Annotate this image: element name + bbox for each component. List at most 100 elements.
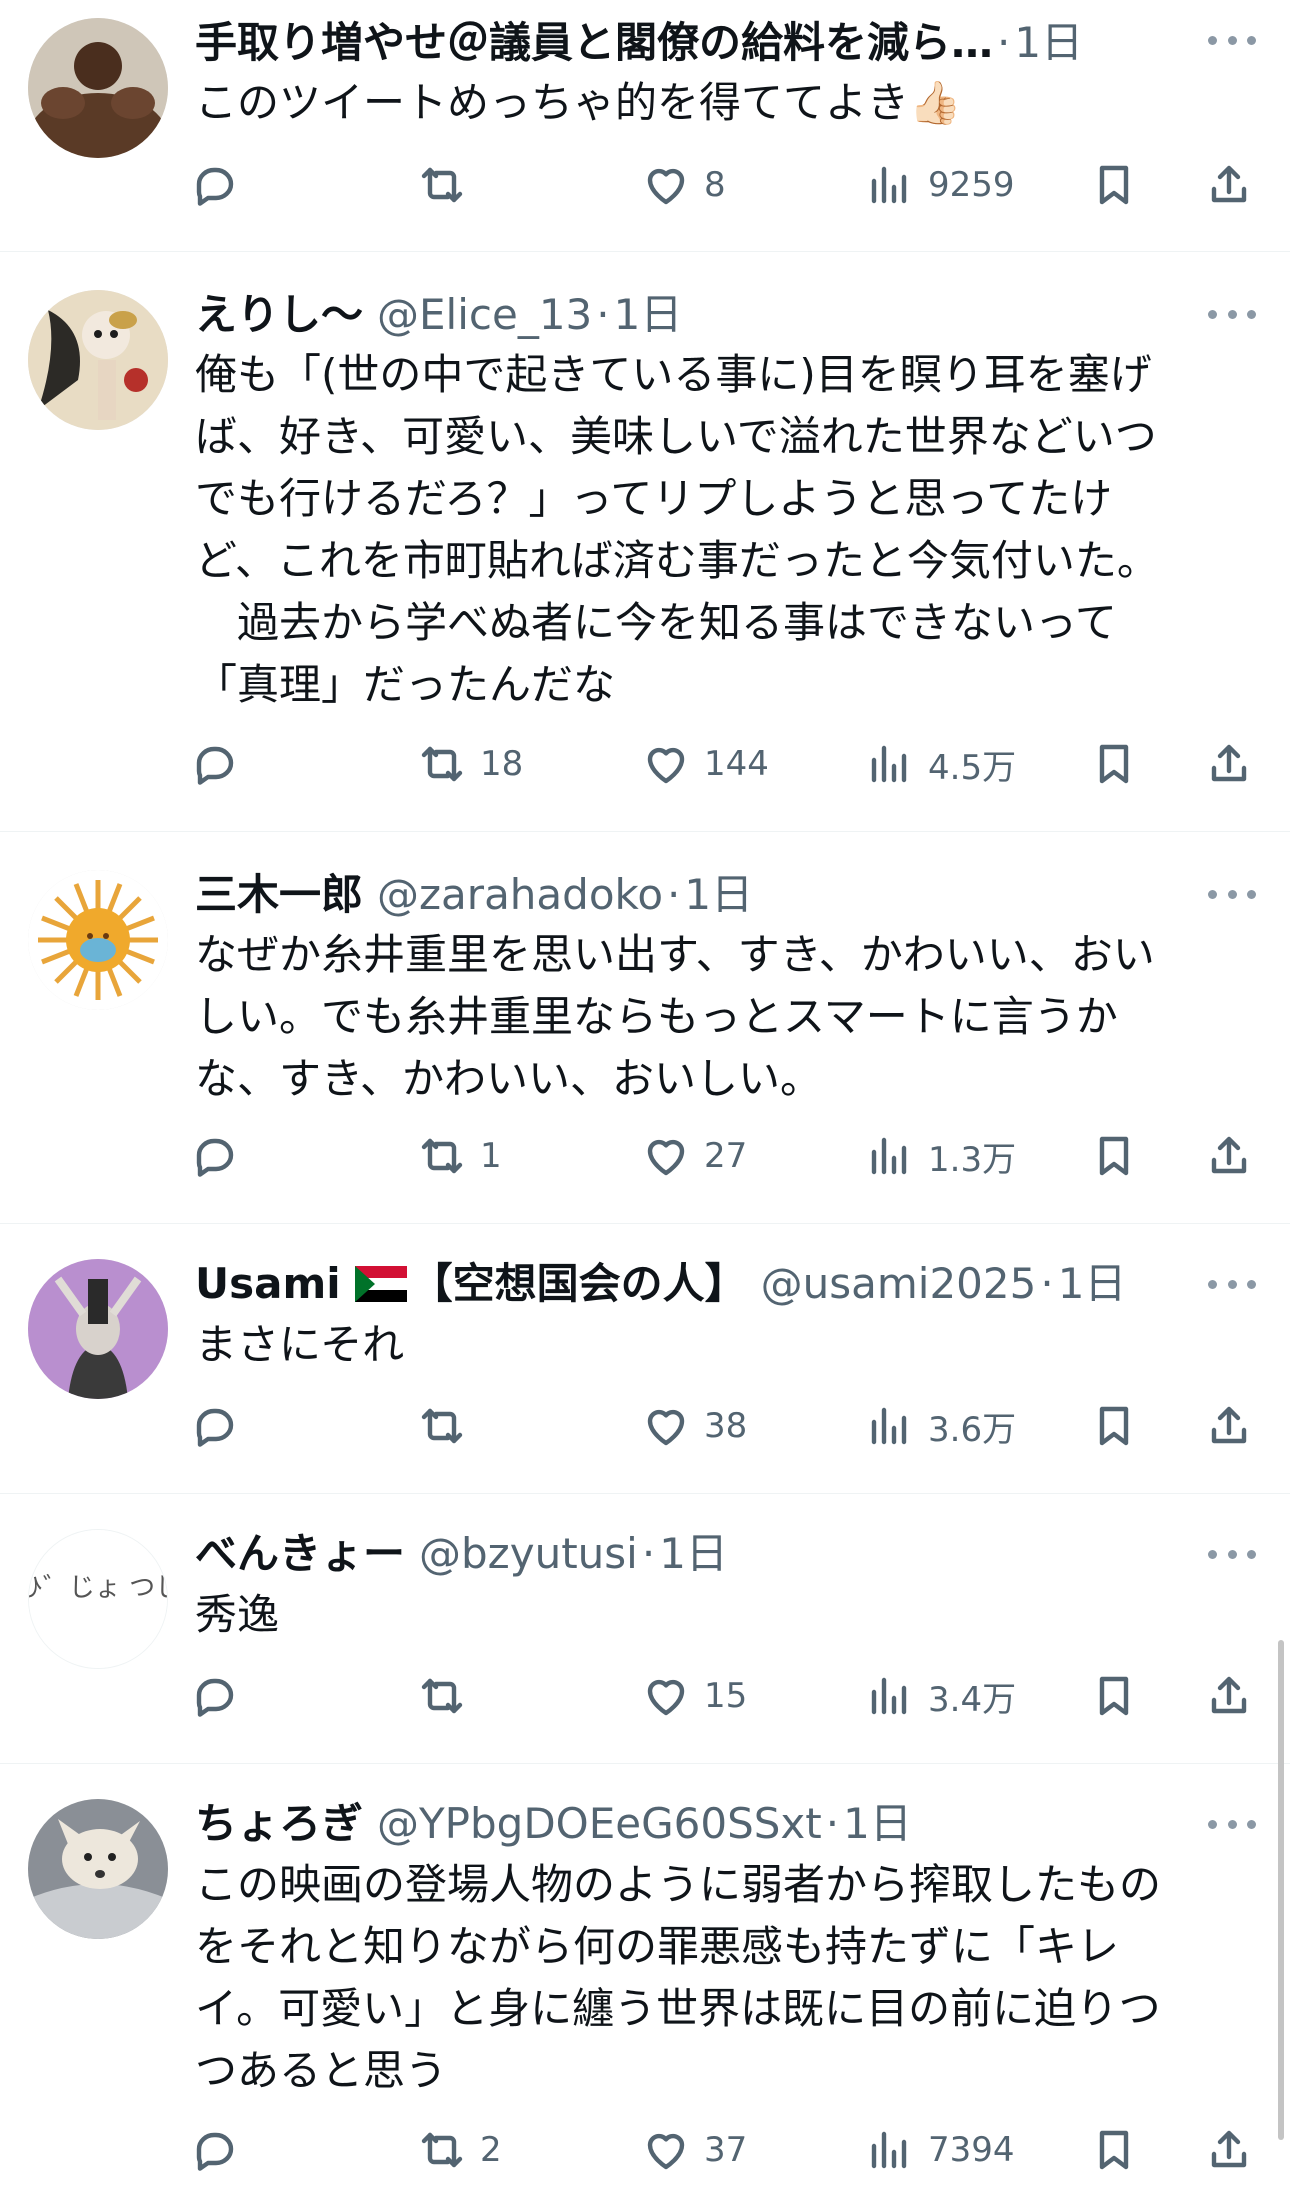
heart-icon (647, 1139, 685, 1176)
share-button[interactable] (1205, 1126, 1253, 1186)
more-icon[interactable] (1208, 294, 1256, 334)
action-bar: 38 3.6万 (0, 1396, 1290, 1456)
separator-dot: · (667, 870, 681, 919)
reply-icon (196, 1408, 234, 1447)
reply-button[interactable] (190, 1126, 252, 1186)
avatar[interactable]: ひ゛じょ つし (28, 1529, 168, 1669)
bookmark-icon (1099, 744, 1129, 784)
retweet-button[interactable]: 1 (418, 1126, 502, 1186)
bookmark-icon (1099, 165, 1129, 205)
like-button[interactable]: 8 (642, 155, 726, 215)
retweet-button[interactable]: 2 (418, 2120, 502, 2180)
bookmark-button[interactable] (1090, 2120, 1138, 2180)
views-button[interactable]: 4.5万 (866, 734, 1016, 794)
timestamp[interactable]: 1日 (614, 287, 683, 343)
reply-button[interactable] (190, 734, 252, 794)
timestamp[interactable]: 1日 (843, 1796, 912, 1852)
user-handle[interactable]: @usami2025 (761, 1256, 1037, 1312)
bookmark-button[interactable] (1090, 1396, 1138, 1456)
display-name[interactable]: 手取り増やせ＠議員と閣僚の給料を減ら… (195, 15, 993, 71)
timestamp[interactable]: 1日 (1058, 1256, 1127, 1312)
retweet-icon (421, 746, 463, 782)
display-name[interactable]: べんきょー (195, 1526, 405, 1582)
avatar-text: ひ゛じょ つし (29, 1573, 168, 1603)
bookmark-button[interactable] (1090, 1126, 1138, 1186)
bookmark-button[interactable] (1090, 734, 1138, 794)
more-icon[interactable] (1208, 20, 1256, 60)
tweet[interactable]: ひ゛じょ つし べんきょー @bzyutusi · 1日 秀逸 15 3.4万 (0, 1494, 1290, 1764)
retweet-button[interactable]: 18 (418, 734, 523, 794)
share-button[interactable] (1205, 1396, 1253, 1456)
retweet-icon (421, 2132, 463, 2168)
tweet[interactable]: 手取り増やせ＠議員と閣僚の給料を減ら… · 1日 このツイートめっちゃ的を得てて… (0, 0, 1290, 252)
tweet-header: べんきょー @bzyutusi · 1日 (195, 1526, 1180, 1582)
display-name[interactable]: Usami (195, 1256, 341, 1312)
reply-button[interactable] (190, 155, 252, 215)
user-handle[interactable]: @Elice_13 (377, 287, 592, 343)
user-handle[interactable]: @zarahadoko (377, 867, 663, 923)
action-bar: 1 27 1.3万 (0, 1126, 1290, 1186)
share-button[interactable] (1205, 2120, 1253, 2180)
views-button[interactable]: 3.4万 (866, 1666, 1016, 1726)
more-icon[interactable] (1208, 1804, 1256, 1844)
tweet[interactable]: Usami 【空想国会の人】 @usami2025 · 1日 まさにそれ 38 … (0, 1224, 1290, 1494)
heart-icon (647, 747, 685, 784)
tweet-header: えりし〜 @Elice_13 · 1日 (195, 287, 1180, 343)
user-handle[interactable]: @YPbgDOEeG60SSxt (377, 1796, 822, 1852)
tweet[interactable]: ちょろぎ @YPbgDOEeG60SSxt · 1日 この映画の登場人物のように… (0, 1764, 1290, 2204)
scrollbar[interactable] (1278, 1640, 1284, 2140)
display-name[interactable]: 三木一郎 (195, 867, 363, 923)
heart-icon (647, 1409, 685, 1446)
timestamp[interactable]: 1日 (1014, 15, 1083, 71)
display-name[interactable]: ちょろぎ (195, 1796, 363, 1852)
views-button[interactable]: 3.6万 (866, 1396, 1016, 1456)
tweet[interactable]: えりし〜 @Elice_13 · 1日 俺も「(世の中で起きている事に)目を瞑り… (0, 252, 1290, 832)
avatar[interactable] (28, 870, 168, 1010)
views-button[interactable]: 9259 (866, 155, 1015, 215)
retweet-button[interactable] (418, 1666, 480, 1726)
retweet-button[interactable] (418, 155, 480, 215)
avatar[interactable] (28, 18, 168, 158)
avatar[interactable] (28, 290, 168, 430)
more-icon[interactable] (1208, 874, 1256, 914)
share-button[interactable] (1205, 155, 1253, 215)
bookmark-button[interactable] (1090, 1666, 1138, 1726)
display-name[interactable]: えりし〜 (195, 287, 363, 343)
like-button[interactable]: 27 (642, 1126, 747, 1186)
reply-icon (196, 1138, 234, 1177)
retweet-icon (421, 1678, 463, 1714)
like-button[interactable]: 144 (642, 734, 769, 794)
more-icon[interactable] (1208, 1534, 1256, 1574)
avatar[interactable] (28, 1259, 168, 1399)
reply-button[interactable] (190, 2120, 252, 2180)
retweet-button[interactable] (418, 1396, 480, 1456)
display-name-suffix[interactable]: 【空想国会の人】 (411, 1256, 747, 1312)
user-handle[interactable]: @bzyutusi (419, 1526, 638, 1582)
timestamp[interactable]: 1日 (659, 1526, 728, 1582)
views-icon (871, 166, 907, 204)
views-button[interactable]: 7394 (866, 2120, 1015, 2180)
more-icon[interactable] (1208, 1264, 1256, 1304)
timestamp[interactable]: 1日 (684, 867, 753, 923)
avatar[interactable] (28, 1799, 168, 1939)
share-button[interactable] (1205, 734, 1253, 794)
share-button[interactable] (1205, 1666, 1253, 1726)
views-button[interactable]: 1.3万 (866, 1126, 1016, 1186)
like-button[interactable]: 15 (642, 1666, 747, 1726)
reply-icon (196, 746, 234, 785)
tweet-header: Usami 【空想国会の人】 @usami2025 · 1日 (195, 1256, 1180, 1312)
like-button[interactable]: 37 (642, 2120, 747, 2180)
tweet-text: この映画の登場人物のように弱者から搾取したもの をそれと知りながら何の罪悪感も持… (195, 1860, 1162, 2095)
bookmark-button[interactable] (1090, 155, 1138, 215)
reply-icon (196, 2132, 234, 2171)
reply-button[interactable] (190, 1396, 252, 1456)
separator-dot: · (1040, 1259, 1054, 1308)
separator-dot: · (641, 1529, 656, 1578)
share-icon (1211, 165, 1247, 203)
reply-button[interactable] (190, 1666, 252, 1726)
like-button[interactable]: 38 (642, 1396, 747, 1456)
tweet[interactable]: 三木一郎 @zarahadoko · 1日 なぜか糸井重里を思い出す、すき、かわ… (0, 832, 1290, 1224)
action-bar: 18 144 4.5万 (0, 734, 1290, 794)
tweet-text: 俺も「(世の中で起きている事に)目を瞑り耳を塞げ ば、好き、可愛い、美味しいで溢… (195, 350, 1159, 709)
share-icon (1211, 1136, 1247, 1174)
